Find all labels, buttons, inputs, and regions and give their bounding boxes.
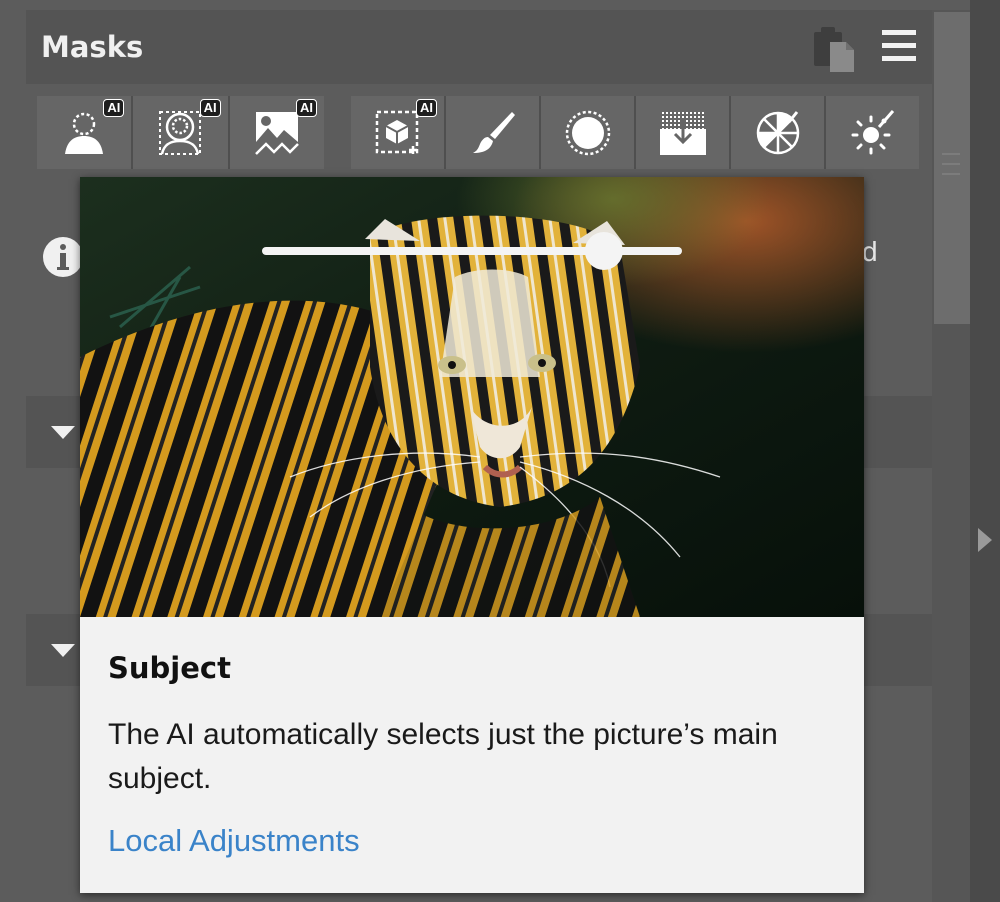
subject-person-icon bbox=[65, 112, 104, 154]
luminance-range-button[interactable] bbox=[826, 96, 919, 169]
slider-knob bbox=[584, 232, 623, 270]
clipboard-icon[interactable] bbox=[810, 24, 856, 74]
linear-gradient-icon bbox=[659, 110, 706, 155]
panel-header: Masks bbox=[26, 10, 932, 84]
triangle-down-icon[interactable] bbox=[50, 642, 76, 658]
triangle-down-icon[interactable] bbox=[50, 424, 76, 440]
tiger-photo bbox=[80, 177, 864, 617]
hamburger-menu-icon[interactable] bbox=[882, 28, 916, 64]
info-icon bbox=[43, 237, 83, 277]
ai-badge: AI bbox=[295, 99, 317, 117]
ai-mask-toolbar: AI AI AI bbox=[37, 96, 324, 169]
sky-mask-button[interactable]: AI bbox=[229, 96, 324, 169]
color-range-button[interactable] bbox=[731, 96, 824, 169]
mask-tools-toolbar: AI bbox=[351, 96, 919, 169]
subject-tooltip: Subject The AI automatically selects jus… bbox=[80, 177, 864, 893]
ai-badge: AI bbox=[103, 99, 125, 117]
ai-badge: AI bbox=[199, 99, 221, 117]
tooltip-description: The AI automatically selects just the pi… bbox=[108, 718, 778, 795]
local-adjustments-link[interactable]: Local Adjustments bbox=[108, 823, 360, 859]
subject-mask-button[interactable]: AI bbox=[37, 96, 132, 169]
tooltip-title: Subject bbox=[108, 651, 231, 685]
landscape-sky-icon bbox=[254, 111, 299, 155]
tiger-photo-art bbox=[80, 177, 864, 617]
color-range-icon bbox=[756, 110, 799, 154]
object-cube-icon bbox=[375, 110, 418, 154]
object-mask-button[interactable]: AI bbox=[351, 96, 444, 169]
radial-circle-icon bbox=[565, 110, 610, 155]
info-text-partial: d bbox=[862, 236, 878, 267]
brush-mask-button[interactable] bbox=[446, 96, 539, 169]
ai-badge: AI bbox=[416, 99, 437, 117]
radial-mask-button[interactable] bbox=[541, 96, 634, 169]
person-outline-icon bbox=[159, 110, 202, 155]
linear-gradient-button[interactable] bbox=[636, 96, 729, 169]
grip-icon[interactable] bbox=[940, 150, 962, 180]
person-mask-button[interactable]: AI bbox=[133, 96, 228, 169]
luminance-range-icon bbox=[851, 109, 894, 154]
brush-icon bbox=[472, 111, 515, 153]
side-panel-strip bbox=[970, 0, 1000, 902]
triangle-right-icon[interactable] bbox=[976, 526, 994, 554]
panel-title: Masks bbox=[41, 30, 144, 64]
